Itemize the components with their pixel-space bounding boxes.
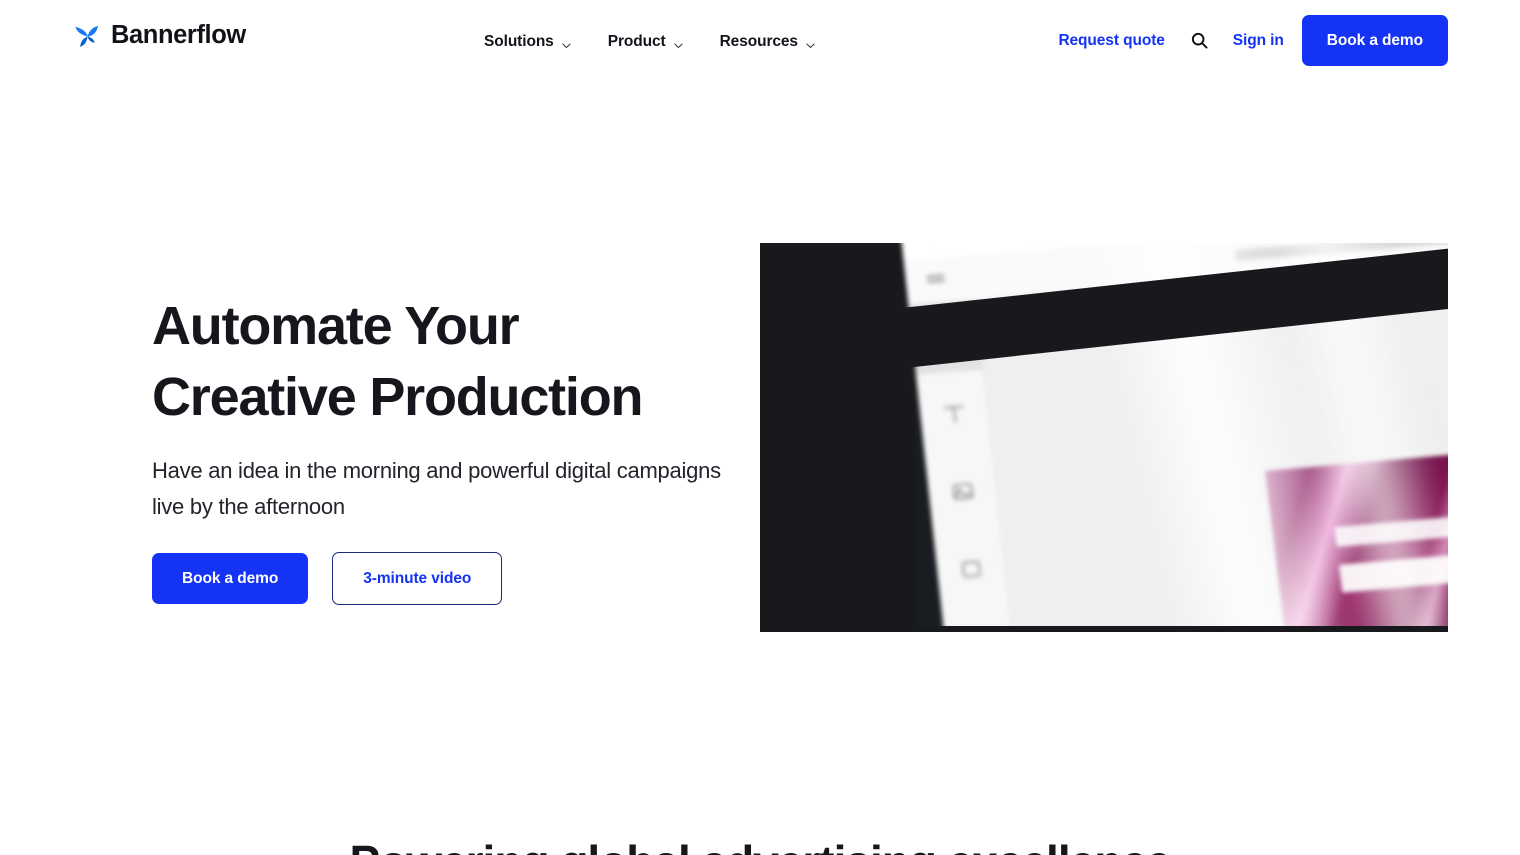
image-tool-icon [947,477,978,507]
three-minute-video-button[interactable]: 3-minute video [332,552,503,605]
nav-item-solutions[interactable]: Solutions [484,29,572,55]
brand-name: Bannerflow [111,21,246,50]
hero-media-inner: 800 × 300 [760,243,1448,632]
chevron-down-icon [805,38,816,49]
rectangle-tool-icon [956,554,987,584]
cursor-select-icon [931,323,962,353]
nav-item-resources-label: Resources [719,33,798,50]
hero-copy: Automate Your Creative Production Have a… [152,291,752,605]
chevron-down-icon [673,38,684,49]
chevron-down-icon [561,38,572,49]
request-quote-link[interactable]: Request quote [1058,32,1164,50]
search-button[interactable] [1187,28,1213,54]
book-demo-header-button[interactable]: Book a demo [1301,15,1448,66]
nav-item-product-label: Product [607,33,666,50]
editor-subbar-placeholder [1234,243,1448,262]
hero-title-line-1: Automate Your [152,296,520,356]
butterfly-logo-icon [72,21,102,51]
editor-banner-creative [1265,439,1448,632]
hero-cta-group: Book a demo 3-minute video [152,552,752,605]
nav-item-product[interactable]: Product [608,29,684,55]
site-header: Bannerflow Solutions Product Resources R… [0,0,1520,82]
hero-section: Automate Your Creative Production Have a… [0,82,1520,802]
next-section-heading: Powering global advertising excellence [0,832,1520,855]
brand-logo[interactable]: Bannerflow [72,21,246,51]
sign-in-link[interactable]: Sign in [1233,32,1284,50]
hero-title: Automate Your Creative Production [152,291,752,433]
hero-media-dark-gutter [760,243,915,632]
search-icon [1190,31,1209,50]
nav-item-solutions-label: Solutions [484,33,554,50]
hero-subtitle: Have an idea in the morning and powerful… [152,458,721,519]
text-tool-icon [939,399,970,429]
book-demo-hero-button[interactable]: Book a demo [152,553,309,604]
hamburger-menu-icon [923,267,950,293]
hero-media-image: 800 × 300 [760,243,1448,632]
next-section-peek: Powering global advertising excellence [0,802,1520,855]
hero-title-line-2: Creative Production [152,367,644,427]
primary-navigation: Solutions Product Resources [484,29,816,55]
nav-item-resources[interactable]: Resources [720,29,816,55]
page-root: Bannerflow Solutions Product Resources R… [0,0,1520,855]
header-actions: Request quote Sign in Book a demo [1058,14,1448,67]
